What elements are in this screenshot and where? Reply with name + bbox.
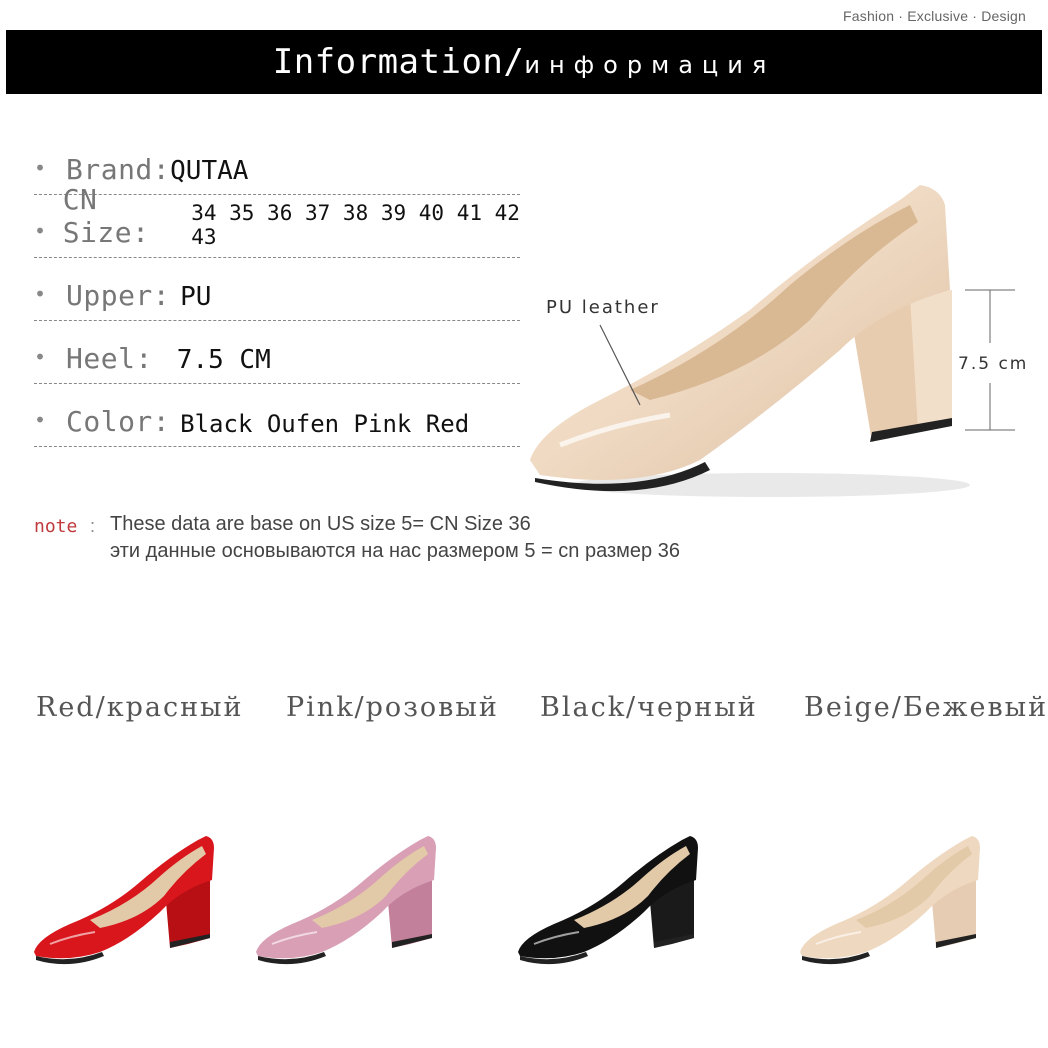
bullet-icon: • [34,282,47,306]
spec-value: 34 35 36 37 38 39 40 41 42 43 [191,201,520,249]
note-colon: : [90,516,96,536]
shoe-thumbnail-beige[interactable] [796,820,1001,970]
material-callout: PU leather [546,297,660,318]
heel-height-callout: 7.5 cm [958,354,1029,374]
spec-label: Brand: [66,153,171,186]
color-label-pink: Pink/розовый [286,692,499,723]
color-label-black: Black/черный [540,692,758,723]
shoe-thumbnail-black[interactable] [514,820,719,970]
tagline: Fashion · Exclusive · Design [843,8,1026,24]
spec-value: PU [180,282,212,312]
spec-label: CN Size: [62,183,150,249]
spec-value: Black Oufen Pink Red [180,410,470,438]
pu-leader-line [599,324,641,406]
note-line-english: These data are base on US size 5= CN Siz… [110,513,531,535]
spec-cn-size: • CN Size: 34 35 36 37 38 39 40 41 42 43 [34,183,520,258]
color-label-red: Red/красный [36,692,244,723]
shoe-thumbnail-red[interactable] [30,820,235,970]
color-label-beige: Beige/Бежевый [804,692,1048,723]
spec-label: Color: [66,405,171,438]
note-line-russian: эти данные основываются на нас размером … [110,540,680,562]
bullet-icon: • [34,345,47,369]
bullet-icon: • [34,408,47,432]
note-key: note [34,516,78,537]
title-english: Information/ [272,42,525,82]
spec-value: 7.5 CM [176,345,271,375]
spec-value: QUTAA [170,156,249,186]
title-russian: информация [524,51,776,79]
spec-upper: • Upper: PU [34,266,520,321]
shoe-thumbnail-pink[interactable] [252,820,457,970]
title-banner: Information/информация [6,30,1042,94]
spec-label: Heel: [66,342,153,375]
spec-color: • Color: Black Oufen Pink Red [34,392,520,447]
bullet-icon: • [34,156,47,180]
bullet-icon: • [34,219,47,243]
spec-label: Upper: [66,279,171,312]
spec-heel: • Heel: 7.5 CM [34,329,520,384]
